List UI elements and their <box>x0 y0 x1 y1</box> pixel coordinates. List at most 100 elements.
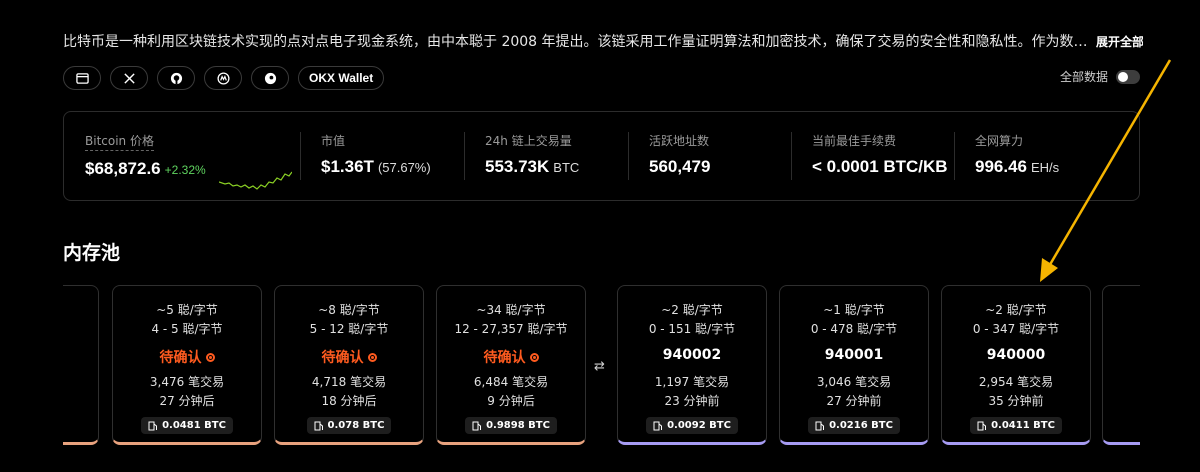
block-median-fee: ~2 聪/字节 <box>661 303 723 317</box>
stat-hashrate: 全网算力 996.46 EH/s <box>954 132 1104 200</box>
block-reward: 0.0481 BTC <box>141 417 233 434</box>
all-data-toggle-row: 全部数据 <box>1060 68 1140 85</box>
stat-volume-label: 24h 链上交易量 <box>485 134 572 148</box>
block-height: 940002 <box>662 347 722 363</box>
mined-block[interactable]: ~1 聪/字节 0 - 478 聪/字节 940001 3,046 笔交易 27… <box>779 285 929 445</box>
stat-market-cap-label: 市值 <box>321 134 346 148</box>
stats-panel: Bitcoin 价格 $68,872.6 +2.32% 市值 $1.36T (5… <box>63 111 1140 201</box>
block-fee-range: 0 - 347 聪/字节 <box>972 322 1060 336</box>
block-height: 940000 <box>986 347 1046 363</box>
stat-hashrate-value: 996.46 <box>975 157 1027 176</box>
all-data-toggle[interactable] <box>1116 69 1140 84</box>
block-tx-count: 6,484 笔交易 <box>473 375 549 389</box>
stat-price: Bitcoin 价格 $68,872.6 +2.32% <box>64 132 300 200</box>
all-data-label: 全部数据 <box>1059 70 1108 84</box>
price-sparkline <box>219 171 292 190</box>
stat-best-fee-value: < 0.0001 BTC/KB <box>812 157 948 176</box>
block-reward: 0.078 BTC <box>306 417 392 434</box>
block-fee-range: 12 - 27,357 聪/字节 <box>454 322 568 336</box>
block-fee-range: 0 - 478 聪/字节 <box>810 322 898 336</box>
mempool-block[interactable]: ~8 聪/字节 5 - 12 聪/字节 待确认 4,718 笔交易 18 分钟后… <box>274 285 424 445</box>
block-status-text: 待确认 <box>321 350 364 366</box>
block-reward: 0.0216 BTC <box>808 417 900 434</box>
fuel-icon <box>314 421 323 430</box>
block-fee-range: 4 - 5 聪/字节 <box>151 322 223 336</box>
coinmarketcap-icon <box>216 71 230 85</box>
fuel-icon <box>148 421 158 430</box>
stat-active-addresses: 活跃地址数 560,479 <box>628 132 791 200</box>
external-links: OKX Wallet <box>63 66 385 90</box>
mined-block[interactable]: ~2 聪/字节 0 - 347 聪/字节 940000 2,954 笔交易 35… <box>941 285 1091 445</box>
block-time: 27 分钟前 <box>826 394 882 408</box>
stat-volume: 24h 链上交易量 553.73K BTC <box>464 132 628 200</box>
stat-market-cap: 市值 $1.36T (57.67%) <box>300 132 464 200</box>
block-status: 待确认 <box>275 347 423 367</box>
pending-dot-icon <box>529 353 539 362</box>
block-median-fee: ~2 聪/字节 <box>985 303 1047 317</box>
fuel-icon <box>653 421 663 430</box>
block-partial-left[interactable] <box>63 285 99 445</box>
stat-hashrate-unit: EH/s <box>1031 160 1060 175</box>
block-median-fee: ~1 聪/字节 <box>823 303 885 317</box>
stat-volume-unit: BTC <box>553 160 580 175</box>
okx-wallet-link[interactable]: OKX Wallet <box>298 66 385 90</box>
block-time: 18 分钟后 <box>321 394 377 408</box>
block-reward: 0.9898 BTC <box>465 417 557 434</box>
stat-active-addresses-value: 560,479 <box>649 157 711 176</box>
block-fee-range: 0 - 151 聪/字节 <box>648 322 736 336</box>
x-icon <box>123 72 135 84</box>
coingecko-link[interactable] <box>251 66 289 90</box>
pending-dot-icon <box>367 353 377 362</box>
browser-icon <box>75 72 89 84</box>
block-reward-value: 0.0216 BTC <box>829 420 893 431</box>
mined-block[interactable]: ~2 聪/字节 0 - 151 聪/字节 940002 1,197 笔交易 23… <box>617 285 767 445</box>
block-status-text: 待确认 <box>483 350 526 366</box>
block-status: 待确认 <box>113 347 261 367</box>
pending-dot-icon <box>205 353 215 362</box>
coingecko-icon <box>264 72 276 84</box>
coinmarketcap-link[interactable] <box>204 66 242 90</box>
block-status: 待确认 <box>437 347 585 367</box>
stat-best-fee: 当前最佳手续费 < 0.0001 BTC/KB <box>791 132 954 200</box>
description-text: 比特币是一种利用区块链技术实现的点对点电子现金系统，由中本聪于 2008 年提出… <box>63 34 1088 50</box>
coin-description: 比特币是一种利用区块链技术实现的点对点电子现金系统，由中本聪于 2008 年提出… <box>63 31 1143 51</box>
x-link[interactable] <box>110 66 148 90</box>
block-partial-right[interactable] <box>1102 285 1140 445</box>
mempool-block[interactable]: ~34 聪/字节 12 - 27,357 聪/字节 待确认 6,484 笔交易 … <box>436 285 586 445</box>
block-reward-value: 0.0481 BTC <box>162 420 226 431</box>
fuel-icon <box>472 421 482 430</box>
stat-volume-value: 553.73K <box>485 157 550 176</box>
block-time: 27 分钟后 <box>159 394 215 408</box>
expand-all-link[interactable]: 展开全部 <box>1096 35 1143 49</box>
stat-price-label[interactable]: Bitcoin 价格 <box>85 132 154 151</box>
github-link[interactable] <box>157 66 195 90</box>
mempool-block[interactable]: ~5 聪/字节 4 - 5 聪/字节 待确认 3,476 笔交易 27 分钟后 … <box>112 285 262 445</box>
block-reward-value: 0.0092 BTC <box>667 420 731 431</box>
swap-arrows-icon[interactable]: ⇄ <box>594 358 605 374</box>
stat-active-addresses-label: 活跃地址数 <box>649 134 710 148</box>
block-reward-value: 0.9898 BTC <box>486 420 550 431</box>
fuel-icon <box>815 421 825 430</box>
stat-best-fee-label: 当前最佳手续费 <box>812 134 897 148</box>
block-reward: 0.0411 BTC <box>970 417 1062 434</box>
block-tx-count: 1,197 笔交易 <box>654 375 730 389</box>
stat-market-cap-share: (57.67%) <box>377 160 431 175</box>
block-median-fee: ~34 聪/字节 <box>476 303 546 317</box>
block-median-fee: ~5 聪/字节 <box>156 303 218 317</box>
block-height: 940001 <box>824 347 884 363</box>
stat-price-value: $68,872.6 <box>85 159 161 178</box>
block-time: 35 分钟前 <box>988 394 1044 408</box>
block-tx-count: 3,476 笔交易 <box>149 375 225 389</box>
block-fee-range: 5 - 12 聪/字节 <box>309 322 389 336</box>
stat-hashrate-label: 全网算力 <box>975 134 1024 148</box>
stat-price-change: +2.32% <box>164 163 206 177</box>
block-tx-count: 4,718 笔交易 <box>311 375 387 389</box>
block-status-text: 待确认 <box>159 350 202 366</box>
stat-market-cap-value: $1.36T <box>321 157 374 176</box>
block-reward-value: 0.0411 BTC <box>991 420 1055 431</box>
block-time: 23 分钟前 <box>664 394 720 408</box>
website-link[interactable] <box>63 66 101 90</box>
block-tx-count: 3,046 笔交易 <box>816 375 892 389</box>
github-icon <box>170 72 182 84</box>
block-median-fee: ~8 聪/字节 <box>318 303 380 317</box>
